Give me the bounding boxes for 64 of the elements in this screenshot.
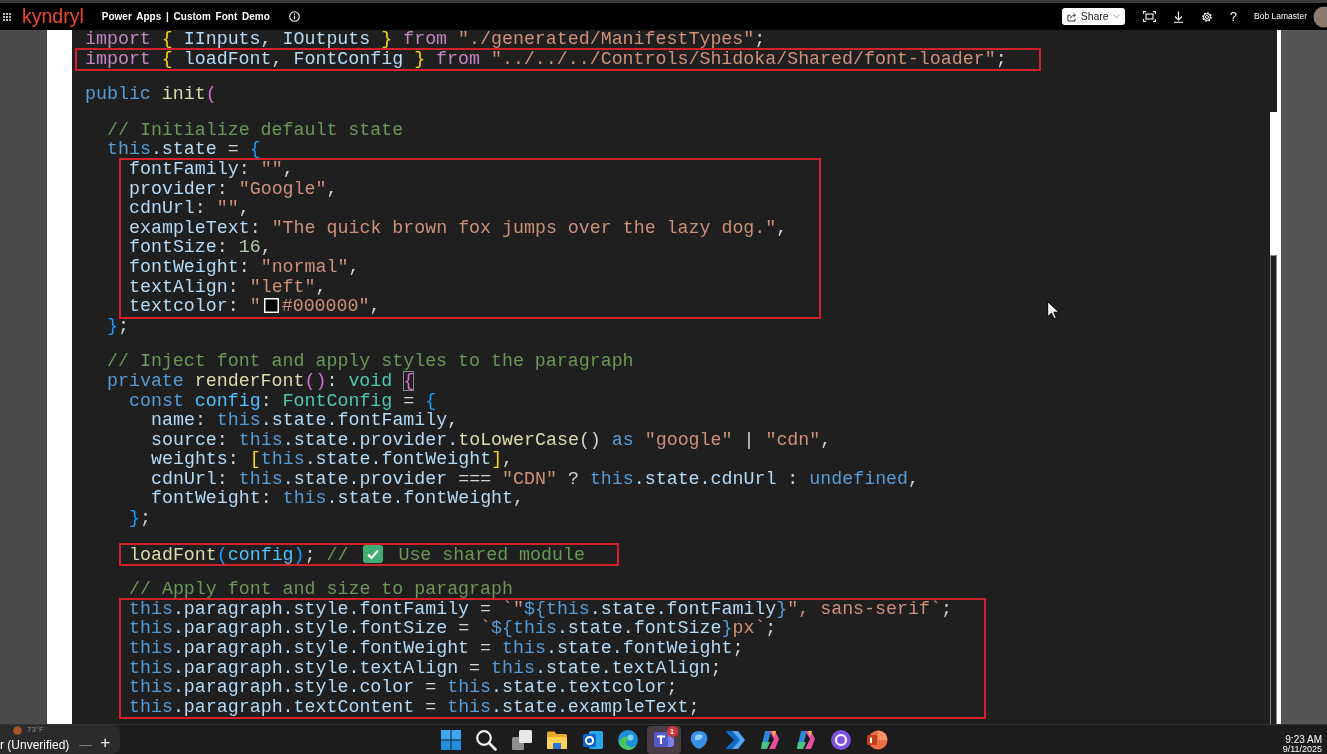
download-icon[interactable] [1172, 10, 1184, 23]
code-line: import { IInputs, IOutputs } from "./generated/ManifestTypes"; [85, 30, 766, 50]
scrollbar-track[interactable] [1270, 30, 1281, 724]
code-line: this.paragraph.style.fontSize = `${this.state.fontSize}px`; [129, 619, 777, 640]
clock-date: 9/11/2025 [1282, 745, 1322, 754]
scrollbar-thumb[interactable] [1270, 255, 1277, 724]
waffle-menu-icon[interactable] [3, 12, 11, 21]
code-line: this.state = { [107, 140, 261, 160]
window-title: r (Unverified) [0, 739, 70, 751]
code-text: loadFont(config); // [129, 544, 350, 565]
add-button[interactable]: + [96, 734, 115, 751]
code-line: }; [107, 316, 129, 337]
notification-badge: 1 [666, 725, 678, 737]
code-line: fontWeight: this.state.fontWeight, [151, 489, 525, 510]
code-line: import { loadFont, FontConfig } from "../../../Controls/Shidoka/Shared/font-loader"; [85, 49, 1007, 70]
avatar[interactable] [1313, 5, 1327, 28]
code-line: exampleText: "The quick brown fox jumps over the lazy dog.", [129, 218, 788, 239]
task-view-icon[interactable] [509, 727, 534, 752]
code-line: source: this.state.provider.toLowerCase() as "google" | "cdn", [151, 430, 832, 451]
ring-app-icon[interactable] [829, 727, 853, 752]
code-text: textcolor: " [129, 296, 261, 317]
code-line: this.paragraph.textContent = this.state.exampleText; [129, 697, 700, 718]
code-line: fontFamily: "", [129, 159, 294, 180]
code-line: cdnUrl: this.state.provider === "CDN" ? this.state.cdnUrl : undefined, [151, 469, 920, 490]
app-title: Power Apps | Custom Font Demo [101, 10, 270, 24]
share-icon [1066, 11, 1077, 22]
settings-icon[interactable] [1200, 10, 1213, 23]
code-line: fontSize: 16, [129, 238, 272, 258]
code-line: weights: [this.state.fontWeight], [151, 450, 514, 470]
code-line: // Initialize default state [107, 120, 404, 141]
info-icon[interactable] [288, 11, 300, 22]
search-icon[interactable] [474, 727, 498, 752]
code-line: // Apply font and size to paragraph [129, 580, 513, 600]
share-button[interactable]: Share [1061, 8, 1125, 25]
code-line: private renderFont(): void { [107, 371, 415, 392]
browser-icon[interactable] [616, 727, 640, 752]
code-line: }; [129, 509, 151, 529]
code-line: this.paragraph.style.textAlign = this.state.textAlign; [129, 658, 722, 679]
code-text: #000000", [281, 296, 381, 317]
code-line: cdnUrl: "", [129, 199, 250, 219]
code-line: const config: FontConfig = { [129, 391, 437, 412]
code-text: Use shared module [397, 544, 585, 565]
code-line: this.paragraph.style.color = this.state.textcolor; [129, 678, 678, 698]
code-line: fontWeight: "normal", [129, 257, 360, 278]
logo: kyndryl [22, 6, 84, 27]
code-line: name: this.state.fontFamily, [151, 411, 459, 431]
checkmark-icon [363, 544, 384, 563]
help-button[interactable]: ? [1229, 10, 1238, 23]
cursor-icon [1047, 301, 1059, 319]
clock-time: 9:23 AM [1285, 734, 1322, 745]
code-line: textAlign: "left", [129, 277, 327, 298]
code-line: public init( [85, 85, 217, 105]
user-name: Bob Lamaster [1254, 10, 1307, 23]
app-button[interactable]: 1 [646, 725, 681, 754]
code-line: this.paragraph.style.fontWeight = this.state.fontWeight; [129, 639, 744, 659]
code-line: provider: "Google", [129, 179, 338, 200]
weather-icon [13, 726, 22, 735]
fit-screen-icon[interactable] [1142, 11, 1156, 22]
minimize-button[interactable]: — [75, 738, 97, 751]
code-line: this.paragraph.style.fontFamily = `"${this.state.fontFamily}", sans-serif`; [129, 599, 952, 619]
weather-text: 73°F [27, 726, 44, 734]
chevron-down-icon [1112, 14, 1120, 19]
start-menu-icon[interactable] [438, 727, 463, 752]
code-line: // Inject font and apply styles to the paragraph [107, 352, 634, 372]
